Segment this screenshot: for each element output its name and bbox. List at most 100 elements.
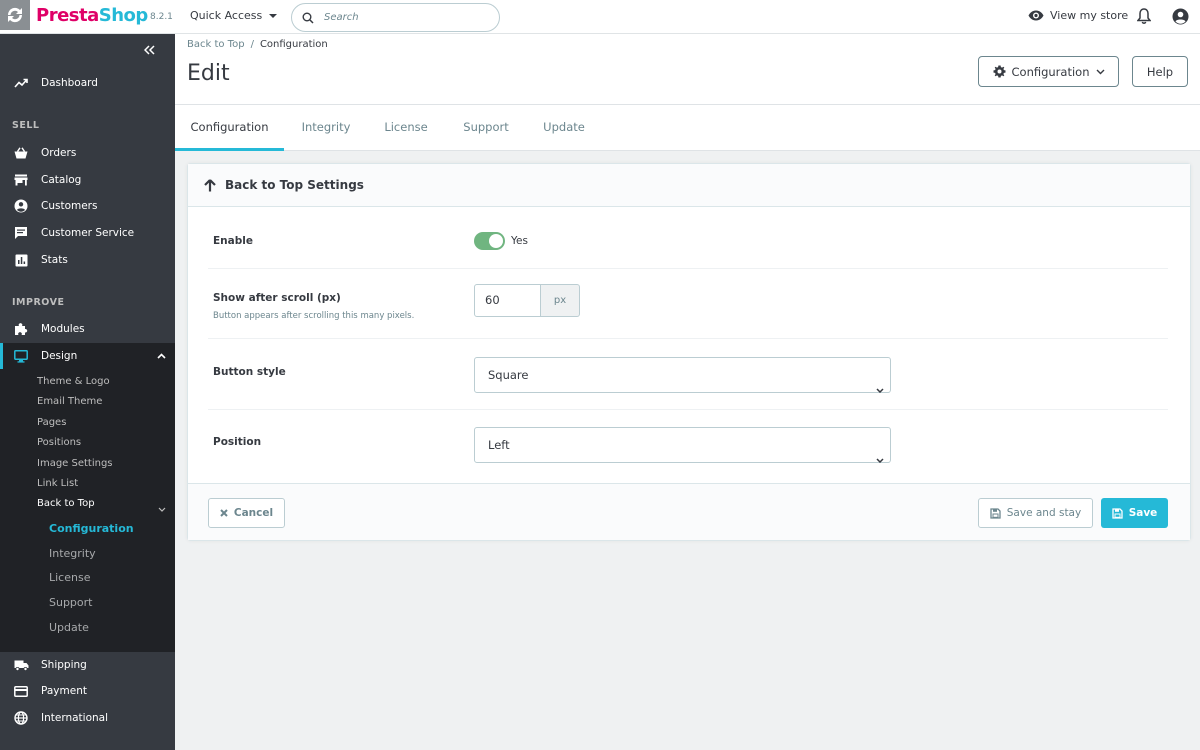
panel-title: Back to Top Settings: [225, 178, 364, 192]
chat-icon: [13, 225, 29, 241]
scroll-input[interactable]: 60: [474, 284, 541, 317]
user-menu-button[interactable]: [1172, 8, 1189, 28]
sidebar-item-international[interactable]: International: [0, 705, 175, 731]
search-icon: [302, 12, 314, 24]
chevron-down-icon: [1096, 69, 1104, 74]
configuration-dropdown-button[interactable]: Configuration: [978, 56, 1119, 87]
save-and-stay-button[interactable]: Save and stay: [978, 498, 1093, 528]
cancel-button[interactable]: Cancel: [208, 498, 285, 528]
store-icon: [13, 172, 29, 188]
chevron-up-icon: [157, 350, 166, 362]
sidebar-item-dashboard[interactable]: Dashboard: [0, 70, 175, 96]
sidebar-item-catalog[interactable]: Catalog: [0, 167, 175, 193]
enable-toggle[interactable]: [474, 232, 505, 250]
top-header: PrestaShop 8.2.1 Quick Access View my st…: [0, 0, 1200, 34]
sidebar-item-shipping[interactable]: Shipping: [0, 652, 175, 678]
version-label: 8.2.1: [150, 12, 173, 22]
logo-suffix: Shop: [98, 5, 149, 26]
enable-toggle-value: Yes: [511, 235, 528, 247]
collapse-sidebar-icon[interactable]: [143, 43, 156, 59]
form-row-position: Position Left: [208, 410, 1168, 482]
notifications-button[interactable]: [1136, 8, 1152, 27]
search-input[interactable]: [324, 12, 474, 23]
arrow-up-icon: [204, 178, 216, 191]
desktop-icon: [13, 348, 29, 364]
sidebar: Dashboard SELL Orders Catalog Customers …: [0, 34, 175, 750]
sidebar-item-modules[interactable]: Modules: [0, 316, 175, 342]
submenu-configuration[interactable]: Configuration: [49, 522, 134, 535]
gear-icon: [993, 65, 1005, 78]
caret-down-icon: [269, 13, 278, 18]
scroll-help-text: Button appears after scrolling this many…: [213, 311, 415, 321]
page-title: Edit: [187, 61, 230, 86]
position-label: Position: [213, 436, 262, 448]
truck-icon: [13, 657, 29, 673]
sidebar-item-customers[interactable]: Customers: [0, 193, 175, 219]
tab-license[interactable]: License: [373, 105, 439, 151]
tab-support[interactable]: Support: [451, 105, 521, 151]
tab-update[interactable]: Update: [530, 105, 598, 151]
sidebar-item-payment[interactable]: Payment: [0, 678, 175, 704]
quick-access-dropdown[interactable]: Quick Access: [190, 9, 278, 22]
submenu-support[interactable]: Support: [49, 596, 92, 609]
tab-configuration[interactable]: Configuration: [175, 105, 284, 151]
credit-card-icon: [13, 683, 29, 699]
position-value: Left: [488, 438, 510, 452]
sidebar-item-stats[interactable]: Stats: [0, 247, 175, 273]
eye-icon: [1028, 10, 1044, 21]
basket-icon: [13, 145, 29, 161]
sidebar-item-label: Catalog: [41, 174, 82, 186]
enable-label: Enable: [213, 235, 253, 247]
sidebar-item-label: Customer Service: [41, 227, 135, 239]
submenu-theme-logo[interactable]: Theme & Logo: [37, 376, 110, 387]
panel-footer: Cancel Save and stay Save: [188, 483, 1190, 540]
sidebar-item-label: Payment: [41, 685, 87, 697]
submenu-pages[interactable]: Pages: [37, 417, 66, 428]
submenu-link-list[interactable]: Link List: [37, 478, 78, 489]
design-submenu: [0, 367, 175, 652]
save-icon: [1112, 507, 1123, 519]
breadcrumb-separator: /: [250, 39, 254, 50]
search-box[interactable]: [291, 3, 500, 32]
section-improve: IMPROVE: [12, 297, 65, 308]
globe-icon: [13, 710, 29, 726]
sidebar-item-label: Orders: [41, 147, 77, 159]
puzzle-icon: [13, 321, 29, 337]
view-store-link[interactable]: View my store: [1028, 9, 1128, 22]
submenu-positions[interactable]: Positions: [37, 437, 81, 448]
section-sell: SELL: [12, 120, 40, 131]
submenu-image-settings[interactable]: Image Settings: [37, 458, 113, 469]
save-and-stay-label: Save and stay: [1006, 507, 1082, 519]
submenu-email-theme[interactable]: Email Theme: [37, 396, 102, 407]
save-button[interactable]: Save: [1101, 498, 1168, 528]
submenu-license[interactable]: License: [49, 571, 90, 584]
close-icon: [220, 509, 228, 517]
scroll-input-group: 60 px: [474, 284, 580, 317]
view-store-label: View my store: [1050, 9, 1129, 22]
sidebar-item-design[interactable]: Design: [0, 343, 175, 369]
position-select[interactable]: Left: [474, 427, 891, 464]
submenu-update[interactable]: Update: [49, 621, 89, 634]
sidebar-item-label: Stats: [41, 254, 68, 266]
panel-header: Back to Top Settings: [188, 164, 1190, 207]
button-style-label: Button style: [213, 366, 286, 378]
sidebar-item-label: Modules: [41, 323, 85, 335]
form-row-button-style: Button style Square: [208, 339, 1168, 410]
sidebar-item-label: Customers: [41, 200, 98, 212]
sidebar-item-label: Shipping: [41, 659, 87, 671]
save-label: Save: [1128, 507, 1158, 519]
account-circle-icon: [13, 198, 29, 214]
tab-integrity[interactable]: Integrity: [288, 105, 364, 151]
submenu-integrity[interactable]: Integrity: [49, 547, 96, 560]
sidebar-item-customer-service[interactable]: Customer Service: [0, 220, 175, 246]
button-style-select[interactable]: Square: [474, 357, 891, 394]
quick-access-label: Quick Access: [190, 9, 263, 22]
submenu-back-to-top[interactable]: Back to Top: [37, 498, 95, 509]
brand-logo[interactable]: PrestaShop: [36, 5, 148, 26]
breadcrumb-link[interactable]: Back to Top: [187, 39, 245, 50]
settings-panel: Back to Top Settings Enable Yes Show aft…: [187, 163, 1191, 541]
help-button[interactable]: Help: [1132, 56, 1188, 87]
sidebar-item-orders[interactable]: Orders: [0, 140, 175, 166]
breadcrumb-current: Configuration: [259, 39, 328, 50]
logo-icon[interactable]: [0, 0, 30, 30]
